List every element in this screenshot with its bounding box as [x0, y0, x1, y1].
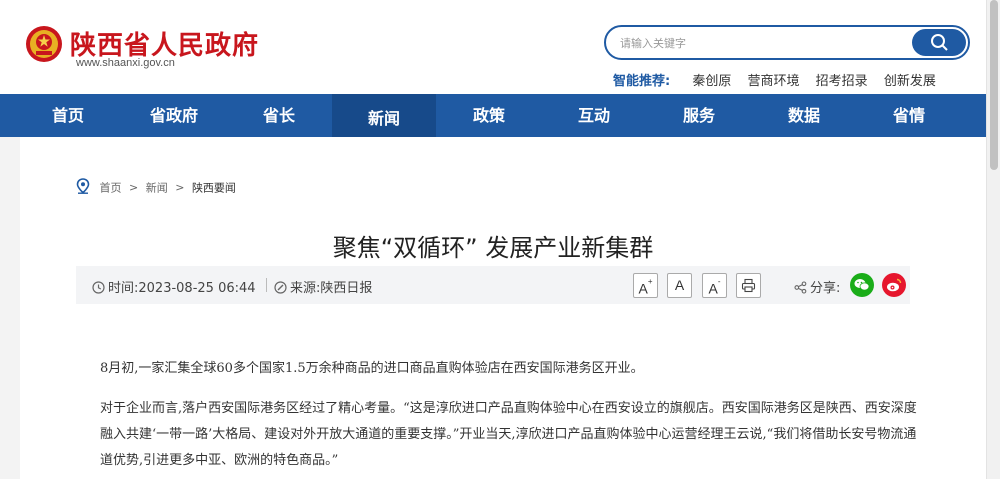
share-label-wrap: 分享:	[794, 277, 840, 298]
nav-item-services[interactable]: 服务	[647, 94, 751, 137]
smart-recommend-label: 智能推荐:	[613, 74, 671, 89]
font-increase-button[interactable]: A+	[633, 273, 658, 298]
breadcrumb-news[interactable]: 新闻	[146, 182, 168, 195]
font-decrease-label: A	[708, 280, 718, 297]
search-input[interactable]	[620, 34, 900, 52]
font-decrease-sup: -	[717, 277, 721, 286]
wechat-icon	[854, 279, 870, 291]
nav-item-policy[interactable]: 政策	[437, 94, 541, 137]
wechat-share-button[interactable]	[850, 273, 874, 297]
search-button[interactable]	[912, 29, 966, 56]
scrollbar-thumb[interactable]	[990, 0, 998, 170]
article-source: 来源:陕西日报	[274, 277, 372, 298]
article-title: 聚焦“双循环” 发展产业新集群	[332, 234, 654, 262]
main-nav: 首页 省政府 省长 新闻 政策 互动 服务 数据 省情	[0, 94, 986, 137]
breadcrumb-home[interactable]: 首页	[100, 182, 122, 195]
smart-recommend: 智能推荐: 秦创原 营商环境 招考招录 创新发展	[613, 70, 948, 89]
national-emblem-icon[interactable]	[24, 24, 64, 64]
print-button[interactable]	[736, 273, 761, 298]
weibo-icon	[887, 278, 902, 292]
source-value: 陕西日报	[320, 281, 373, 296]
site-url: www.shaanxi.gov.cn	[76, 57, 175, 69]
source-label: 来源:	[290, 281, 321, 296]
share-label: 分享:	[810, 281, 841, 296]
search-box	[604, 25, 970, 60]
print-icon	[741, 278, 756, 293]
time-label: 时间:	[108, 281, 139, 296]
recommend-item[interactable]: 营商环境	[748, 74, 800, 89]
article-paragraph: 对于企业而言,落户西安国际港务区经过了精心考量。“这是淳欣进口产品直购体验中心在…	[100, 401, 917, 468]
article-paragraph: 8月初,一家汇集全球60多个国家1.5万余种商品的进口商品直购体验店在西安国际港…	[100, 361, 644, 376]
breadcrumb-separator: >	[175, 181, 185, 194]
nav-item-interaction[interactable]: 互动	[542, 94, 646, 137]
compass-icon	[274, 281, 287, 298]
time-value: 2023-08-25 06:44	[138, 281, 256, 296]
weibo-share-button[interactable]	[882, 273, 906, 297]
nav-item-province-info[interactable]: 省情	[857, 94, 961, 137]
font-decrease-button[interactable]: A-	[702, 273, 727, 298]
location-pin-icon	[76, 178, 90, 197]
site-header: 陕西省人民政府 www.shaanxi.gov.cn 智能推荐: 秦创原 营商环…	[0, 0, 986, 94]
nav-item-news[interactable]: 新闻	[332, 94, 436, 137]
breadcrumb-separator: >	[129, 181, 139, 194]
nav-item-government[interactable]: 省政府	[122, 94, 226, 137]
nav-item-governor[interactable]: 省长	[227, 94, 331, 137]
recommend-item[interactable]: 秦创原	[692, 74, 731, 89]
search-icon	[931, 34, 948, 51]
nav-item-data[interactable]: 数据	[752, 94, 856, 137]
font-increase-sup: +	[647, 277, 653, 286]
recommend-item[interactable]: 创新发展	[884, 74, 936, 89]
nav-item-home[interactable]: 首页	[16, 94, 120, 137]
share-icon	[794, 281, 807, 298]
font-reset-label: A	[674, 277, 685, 293]
publish-time: 时间:2023-08-25 06:44	[92, 277, 256, 298]
breadcrumb-current[interactable]: 陕西要闻	[192, 182, 236, 195]
meta-divider	[266, 278, 267, 292]
font-reset-button[interactable]: A	[667, 273, 692, 298]
font-increase-label: A	[638, 280, 648, 297]
article-meta-bar: 时间:2023-08-25 06:44 来源:陕西日报 A+ A A- 分享:	[76, 266, 910, 304]
recommend-item[interactable]: 招考招录	[816, 74, 868, 89]
page-side-background	[0, 137, 20, 479]
clock-icon	[92, 281, 105, 298]
breadcrumb: 首页 > 新闻 > 陕西要闻	[76, 178, 236, 197]
article-body: 8月初,一家汇集全球60多个国家1.5万余种商品的进口商品直购体验店在西安国际港…	[100, 356, 920, 479]
page-scrollbar[interactable]	[986, 0, 1000, 479]
